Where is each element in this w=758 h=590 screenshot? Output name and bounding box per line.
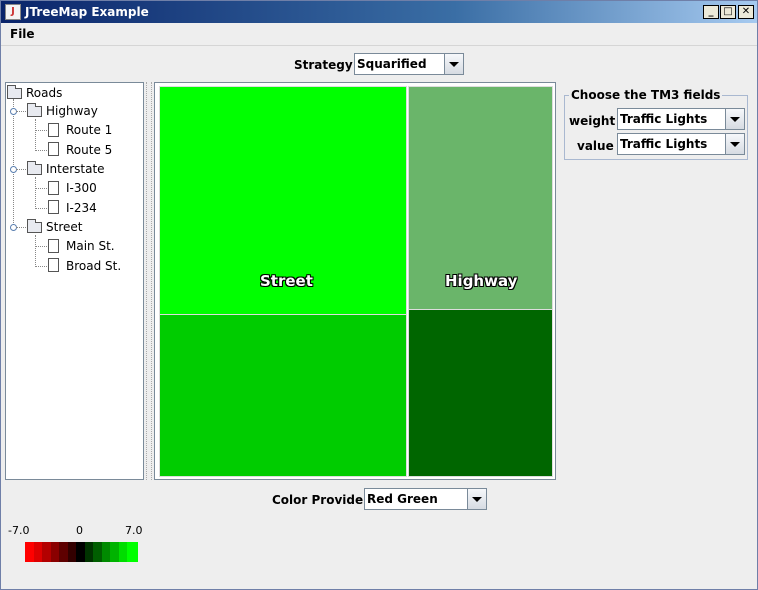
tree-guide [16, 169, 26, 170]
treemap-panel: Street Highway [154, 82, 556, 480]
tree-leaf-i-300[interactable]: I-300 [66, 181, 97, 195]
treemap-cell-street-2[interactable] [159, 314, 407, 477]
tree-node-highway[interactable]: Highway [46, 104, 98, 118]
tree-guide [35, 119, 36, 151]
chevron-down-icon[interactable] [725, 134, 744, 154]
value-value: Traffic Lights [620, 137, 708, 151]
scale-max-label: 7.0 [125, 524, 143, 537]
tree-guide [16, 111, 26, 112]
app-window: J JTreeMap Example _ □ ✕ File Strategy :… [0, 0, 758, 590]
tm3-legend: Choose the TM3 fields [569, 88, 723, 102]
color-provider-label: Color Provider : [272, 493, 379, 507]
minimize-button[interactable]: _ [703, 5, 719, 19]
tree-guide [35, 177, 36, 209]
weight-select[interactable]: Traffic Lights [617, 108, 745, 130]
tree-guide [35, 208, 47, 209]
menu-file[interactable]: File [10, 27, 35, 41]
split-pane-divider[interactable] [146, 82, 152, 480]
folder-icon [27, 219, 42, 233]
tree-guide [35, 246, 47, 247]
document-icon [48, 142, 59, 156]
strategy-label: Strategy : [294, 58, 362, 72]
tree-node-roads[interactable]: Roads [26, 86, 62, 100]
value-label: value : [577, 139, 623, 153]
scale-mid-label: 0 [76, 524, 83, 537]
color-provider-value: Red Green [367, 492, 438, 506]
tree-guide [35, 150, 47, 151]
tree-leaf-main-st[interactable]: Main St. [66, 239, 115, 253]
maximize-button[interactable]: □ [720, 5, 736, 19]
window-title: JTreeMap Example [25, 5, 149, 19]
weight-value: Traffic Lights [620, 112, 708, 126]
tree-guide [35, 130, 47, 131]
java-icon: J [5, 4, 21, 20]
menu-bar: File [1, 23, 757, 46]
tree-guide [35, 188, 47, 189]
roads-tree: Roads Highway Route 1 Route 5 Interstate… [5, 82, 144, 480]
strategy-select[interactable]: Squarified [354, 53, 464, 75]
weight-label: weight : [569, 114, 625, 128]
treemap-label-street: Street [260, 272, 313, 290]
treemap-cell-highway-2[interactable] [408, 309, 553, 477]
folder-icon [27, 103, 42, 117]
document-icon [48, 200, 59, 214]
document-icon [48, 123, 59, 137]
tree-leaf-route-5[interactable]: Route 5 [66, 143, 112, 157]
strategy-value: Squarified [357, 57, 427, 71]
scale-min-label: -7.0 [8, 524, 30, 537]
document-icon [48, 239, 59, 253]
folder-icon [7, 85, 22, 99]
chevron-down-icon[interactable] [444, 54, 463, 74]
tree-guide [13, 99, 14, 227]
document-icon [48, 258, 59, 272]
tree-guide [35, 266, 47, 267]
tree-leaf-broad-st[interactable]: Broad St. [66, 259, 121, 273]
tree-node-street[interactable]: Street [46, 220, 82, 234]
tree-leaf-i-234[interactable]: I-234 [66, 201, 97, 215]
color-scale-swatch [127, 542, 138, 562]
folder-icon [27, 161, 42, 175]
title-bar[interactable]: J JTreeMap Example _ □ ✕ [1, 1, 757, 23]
tree-leaf-route-1[interactable]: Route 1 [66, 123, 112, 137]
value-select[interactable]: Traffic Lights [617, 133, 745, 155]
tree-guide [35, 235, 36, 267]
document-icon [48, 181, 59, 195]
chevron-down-icon[interactable] [467, 489, 486, 509]
tree-guide [16, 227, 26, 228]
treemap-label-highway: Highway [445, 272, 518, 290]
color-provider-select[interactable]: Red Green [364, 488, 487, 510]
tm3-fields-group: Choose the TM3 fields weight : Traffic L… [564, 88, 748, 160]
close-button[interactable]: ✕ [738, 5, 754, 19]
chevron-down-icon[interactable] [725, 109, 744, 129]
tree-node-interstate[interactable]: Interstate [46, 162, 105, 176]
